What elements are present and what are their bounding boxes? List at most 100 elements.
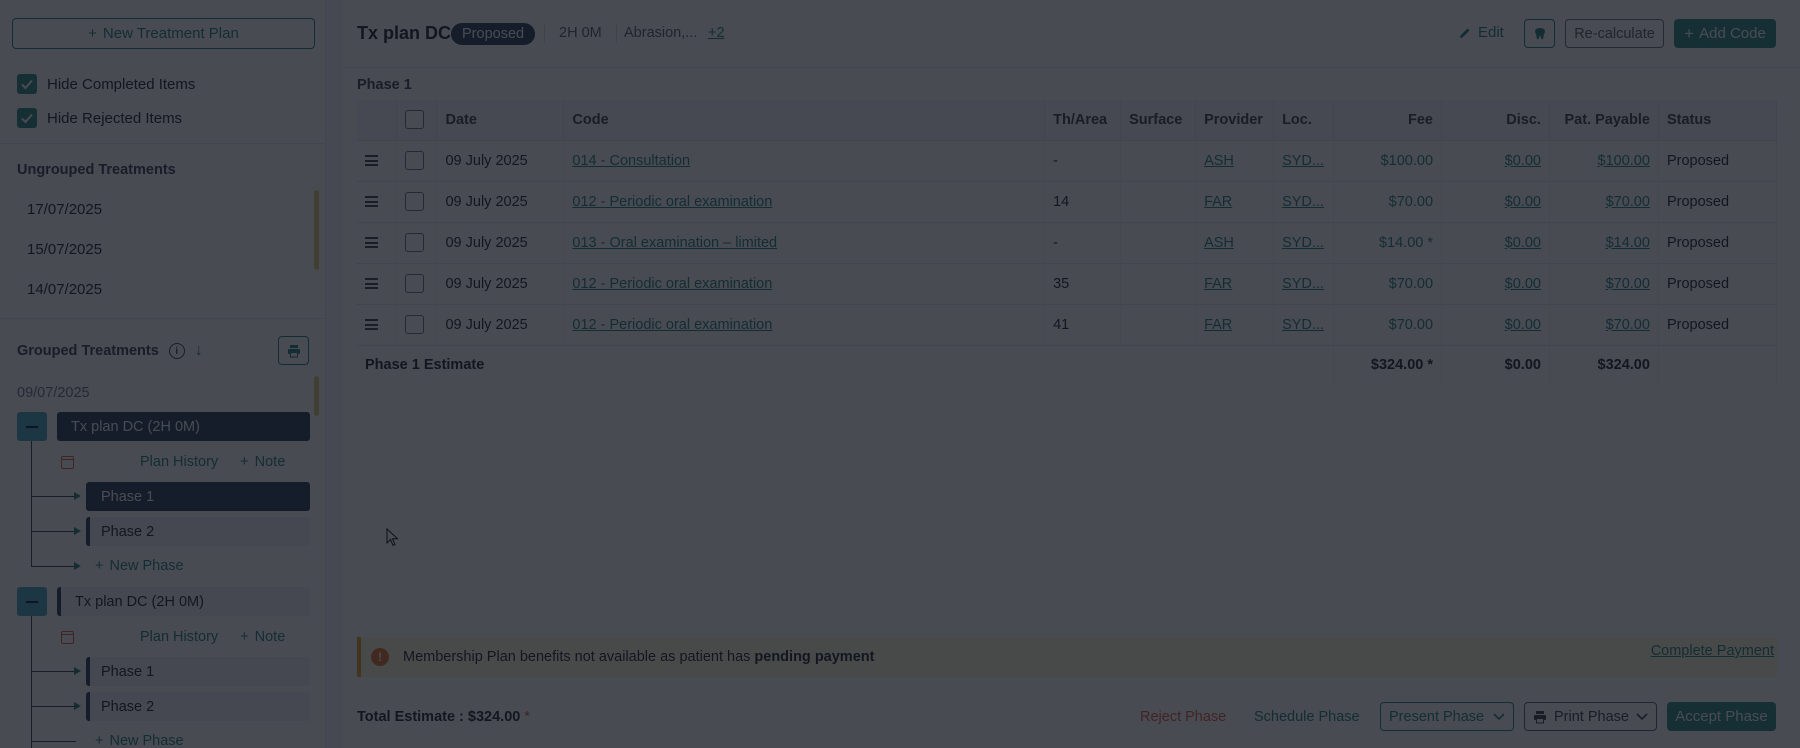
- ungrouped-date-item[interactable]: 15/07/2025: [27, 241, 102, 258]
- sort-down-arrow-icon[interactable]: ↓: [195, 342, 203, 360]
- row-location-link[interactable]: SYD...: [1282, 194, 1324, 210]
- info-icon[interactable]: i: [168, 343, 185, 359]
- plan-item-active[interactable]: Tx plan DC (2H 0M): [57, 412, 310, 441]
- add-note-link[interactable]: Note: [255, 454, 286, 470]
- column-header-area[interactable]: Th/Area: [1044, 100, 1122, 140]
- plan-history-link[interactable]: Plan History: [140, 629, 218, 645]
- ungrouped-date-item[interactable]: 14/07/2025: [27, 281, 102, 298]
- row-discount-link[interactable]: $0.00: [1505, 153, 1541, 169]
- chevron-down-icon: [1493, 712, 1505, 720]
- row-code-link[interactable]: 014 - Consultation: [572, 153, 690, 169]
- grouped-scrollbar[interactable]: [314, 376, 319, 416]
- phase-item-active[interactable]: Phase 1: [86, 482, 310, 511]
- row-location-link[interactable]: SYD...: [1282, 276, 1324, 292]
- row-payable-link[interactable]: $70.00: [1606, 317, 1650, 333]
- drag-handle-icon[interactable]: [365, 276, 378, 291]
- tree-line: [31, 441, 32, 566]
- select-all-checkbox[interactable]: [405, 110, 425, 130]
- recalculate-button[interactable]: Re-calculate: [1565, 19, 1664, 48]
- accept-phase-button[interactable]: Accept Phase: [1667, 702, 1776, 731]
- row-surface: [1120, 303, 1197, 345]
- hide-completed-checkbox[interactable]: Hide Completed Items: [17, 74, 195, 94]
- column-header-location[interactable]: Loc.: [1273, 100, 1335, 140]
- column-header-payable[interactable]: Pat. Payable: [1549, 100, 1659, 140]
- plan-item[interactable]: Tx plan DC (2H 0M): [57, 587, 310, 616]
- row-checkbox[interactable]: [405, 192, 425, 211]
- collapse-plan-button[interactable]: [17, 412, 47, 441]
- phase-item[interactable]: Phase 2: [86, 517, 310, 546]
- row-payable-cell: $100.00: [1549, 139, 1659, 181]
- row-code-link[interactable]: 012 - Periodic oral examination: [572, 317, 772, 333]
- row-provider-link[interactable]: FAR: [1204, 317, 1232, 333]
- row-payable-link[interactable]: $100.00: [1598, 153, 1650, 169]
- hide-rejected-checkbox[interactable]: Hide Rejected Items: [17, 108, 182, 128]
- drag-handle-icon[interactable]: [365, 153, 378, 168]
- drag-handle-icon[interactable]: [365, 317, 378, 332]
- row-location-link[interactable]: SYD...: [1282, 317, 1324, 333]
- row-code-link[interactable]: 012 - Periodic oral examination: [572, 194, 772, 210]
- row-code-link[interactable]: 013 - Oral examination – limited: [572, 235, 777, 251]
- row-location-link[interactable]: SYD...: [1282, 153, 1324, 169]
- plan-history-link[interactable]: Plan History: [140, 454, 218, 470]
- column-header-status[interactable]: Status: [1658, 100, 1778, 140]
- row-checkbox[interactable]: [405, 315, 425, 334]
- ungrouped-scrollbar[interactable]: [314, 190, 319, 270]
- row-checkbox[interactable]: [405, 233, 425, 252]
- column-header-code[interactable]: Code: [563, 100, 1046, 140]
- drag-cell: [357, 180, 398, 222]
- row-provider-link[interactable]: ASH: [1204, 153, 1234, 169]
- drag-handle-icon[interactable]: [365, 235, 378, 250]
- drag-handle-icon[interactable]: [365, 194, 378, 209]
- row-checkbox[interactable]: [405, 151, 425, 170]
- present-phase-dropdown[interactable]: Present Phase: [1380, 702, 1514, 731]
- row-location-cell: SYD...: [1273, 180, 1335, 222]
- edit-button[interactable]: Edit: [1458, 24, 1504, 41]
- add-code-button[interactable]: + Add Code: [1674, 19, 1776, 48]
- tooth-chart-button[interactable]: [1524, 19, 1555, 48]
- print-grouped-button[interactable]: [278, 336, 309, 365]
- complete-payment-link[interactable]: Complete Payment: [1651, 643, 1774, 659]
- printer-icon: [287, 344, 300, 357]
- new-phase-button[interactable]: + New Phase: [95, 558, 184, 574]
- column-header-fee[interactable]: Fee: [1333, 100, 1443, 140]
- row-payable-link[interactable]: $70.00: [1606, 194, 1650, 210]
- more-tags-link[interactable]: +2: [708, 25, 725, 41]
- phase-estimate-discount: $0.00: [1441, 344, 1550, 385]
- row-area: -: [1044, 139, 1122, 181]
- row-location-cell: SYD...: [1273, 303, 1335, 345]
- row-fee: $14.00 *: [1333, 221, 1443, 263]
- schedule-phase-button[interactable]: Schedule Phase: [1254, 709, 1360, 725]
- row-provider-link[interactable]: FAR: [1204, 194, 1232, 210]
- column-header-discount[interactable]: Disc.: [1441, 100, 1550, 140]
- ungrouped-date-item[interactable]: 17/07/2025: [27, 201, 102, 218]
- row-discount-link[interactable]: $0.00: [1505, 276, 1541, 292]
- table-row: 09 July 2025 012 - Periodic oral examina…: [357, 180, 1778, 222]
- row-provider-link[interactable]: ASH: [1204, 235, 1234, 251]
- calendar-icon[interactable]: [61, 455, 74, 469]
- column-header-surface[interactable]: Surface: [1120, 100, 1197, 140]
- column-header-provider[interactable]: Provider: [1195, 100, 1275, 140]
- row-payable-link[interactable]: $14.00: [1606, 235, 1650, 251]
- phase-item[interactable]: Phase 1: [86, 657, 310, 686]
- row-discount-link[interactable]: $0.00: [1505, 235, 1541, 251]
- divider: [544, 25, 545, 43]
- row-code-link[interactable]: 012 - Periodic oral examination: [572, 276, 772, 292]
- new-phase-button[interactable]: + New Phase: [95, 733, 184, 748]
- phase-item[interactable]: Phase 2: [86, 692, 310, 721]
- row-discount-link[interactable]: $0.00: [1505, 317, 1541, 333]
- phase-estimate-empty: [1658, 344, 1778, 385]
- select-cell: [396, 262, 438, 304]
- plan-title: Tx plan DC: [357, 23, 452, 43]
- reject-phase-button[interactable]: Reject Phase: [1140, 709, 1226, 725]
- column-header-date[interactable]: Date: [436, 100, 565, 140]
- row-location-link[interactable]: SYD...: [1282, 235, 1324, 251]
- calendar-icon[interactable]: [61, 630, 74, 644]
- row-payable-link[interactable]: $70.00: [1606, 276, 1650, 292]
- row-provider-link[interactable]: FAR: [1204, 276, 1232, 292]
- print-phase-dropdown[interactable]: Print Phase: [1524, 702, 1657, 731]
- row-checkbox[interactable]: [405, 274, 425, 293]
- row-discount-link[interactable]: $0.00: [1505, 194, 1541, 210]
- new-treatment-plan-button[interactable]: + New Treatment Plan: [12, 18, 315, 49]
- collapse-plan-button[interactable]: [17, 587, 47, 616]
- add-note-link[interactable]: Note: [255, 629, 286, 645]
